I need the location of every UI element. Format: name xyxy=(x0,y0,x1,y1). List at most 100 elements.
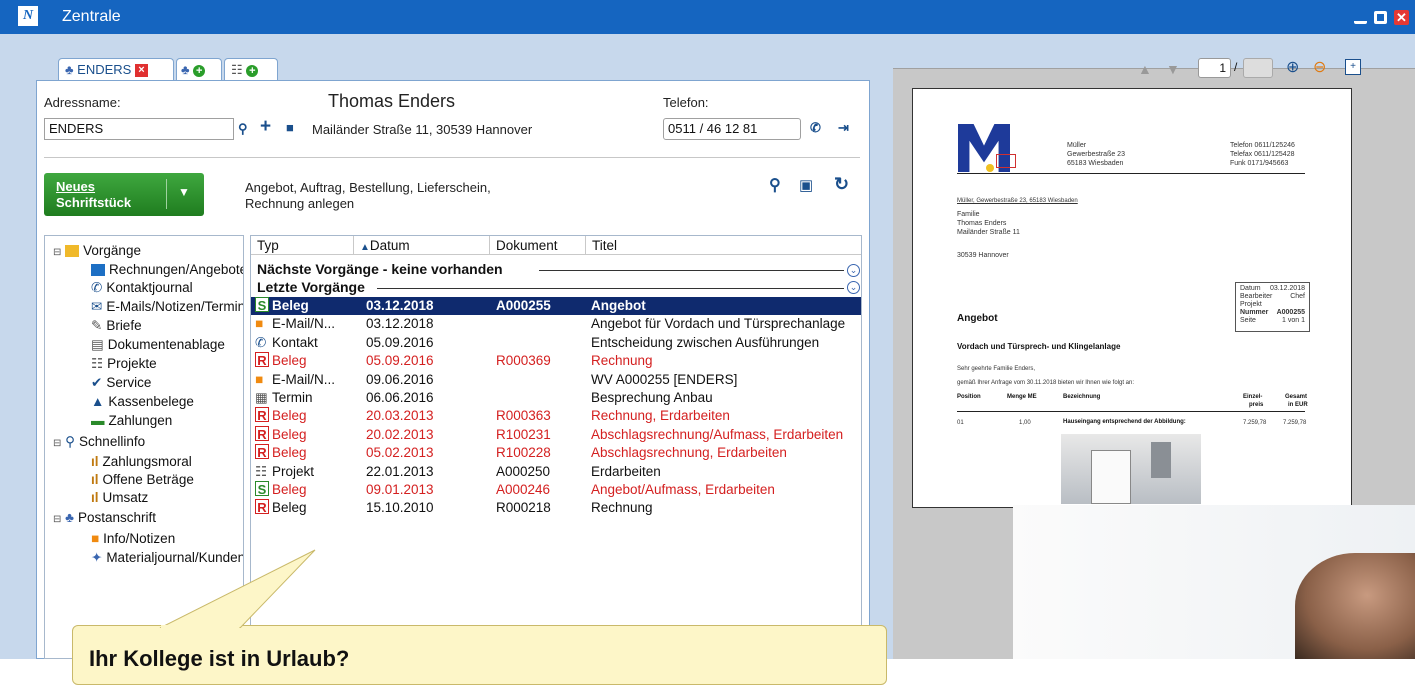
contact-street: Mailänder Straße 11, 30539 Hannover xyxy=(312,122,533,137)
table-row[interactable]: S Beleg 09.01.2013 A000246 Angebot/Aufmass, … xyxy=(251,481,861,499)
door-image xyxy=(1061,434,1201,504)
table-row[interactable]: S Beleg 03.12.2018 A000255 Angebot xyxy=(251,297,861,315)
close-tab-icon[interactable]: × xyxy=(134,64,148,78)
table-row[interactable]: ☷ Projekt 22.01.2013 A000250 Erdarbeiten xyxy=(251,463,861,481)
cell-datum: 09.06.2016 xyxy=(366,371,434,387)
folder-icon[interactable]: ■ xyxy=(286,120,294,135)
company-phone: Telefon 0611/125246 xyxy=(1230,142,1295,149)
archive-icon: ▤ xyxy=(91,337,104,352)
zoom-in-icon[interactable]: ⊕ xyxy=(1286,57,1299,77)
next-page-icon[interactable]: ▼ xyxy=(1166,61,1180,77)
cell-datum: 22.01.2013 xyxy=(366,463,434,479)
maximize-icon[interactable] xyxy=(1374,11,1387,24)
cell-dokument: R000363 xyxy=(496,408,551,424)
minimize-icon[interactable] xyxy=(1354,11,1367,24)
chevron-down-icon[interactable]: ⌄ xyxy=(847,264,860,277)
company-fax: Telefax 0611/125428 xyxy=(1230,151,1295,158)
address-name-input[interactable]: ENDERS xyxy=(44,118,234,140)
search-icon[interactable]: ⚲ xyxy=(238,121,248,137)
tree-node-zahlungsmoral[interactable]: ıl Zahlungsmoral xyxy=(91,454,192,469)
phone-input[interactable]: 0511 / 46 12 81 xyxy=(663,118,801,140)
mail-note-icon: ■ xyxy=(255,316,264,332)
project-icon: ☷ xyxy=(91,356,104,371)
cell-titel: Angebot für Vordach und Türsprechanlage xyxy=(591,316,846,332)
zoom-out-icon[interactable]: ⊖ xyxy=(1313,57,1326,77)
cell-titel: Abschlagsrechnung, Erdarbeiten xyxy=(591,445,787,461)
cell-titel: Angebot/Aufmass, Erdarbeiten xyxy=(591,482,775,497)
main-window: N Zentrale ✕ ♣ ENDERS × ♣ + ☷ + Adressna… xyxy=(0,0,1415,685)
table-row[interactable]: ✆ Kontakt 05.09.2016 Entscheidung zwischen … xyxy=(251,334,861,352)
table-row[interactable]: R Beleg 20.03.2013 R000363 Rechnung, Erdarbe… xyxy=(251,407,861,425)
invoice-badge-icon: R xyxy=(255,425,269,442)
table-row[interactable]: R Beleg 15.10.2010 R000218 Rechnung xyxy=(251,499,861,517)
table-row[interactable]: ▦ Termin 06.06.2016 Besprechung Anbau xyxy=(251,389,861,407)
tree-node-briefe[interactable]: ✎ Briefe xyxy=(91,318,142,334)
person-icon: ♣ xyxy=(65,510,75,525)
new-document-hint-line1: Angebot, Auftrag, Bestellung, Liefersche… xyxy=(245,180,491,195)
app-logo-icon: N xyxy=(18,6,38,26)
tab-new-project[interactable]: ☷ + xyxy=(224,58,278,82)
cell-datum: 20.02.2013 xyxy=(366,426,434,442)
tree-node-info[interactable]: ■ Info/Notizen xyxy=(91,531,175,546)
cell-dokument: A000250 xyxy=(496,463,551,479)
phone-call-icon[interactable]: ✆ xyxy=(810,120,821,136)
document-subject: Vordach und Türsprech- und Klingelanlage xyxy=(957,342,1121,351)
table-row[interactable]: R Beleg 05.02.2013 R100228 Abschlagsrechnung… xyxy=(251,444,861,462)
cell-dokument: R000218 xyxy=(496,500,551,516)
column-header-typ[interactable]: Typ xyxy=(251,236,354,255)
tree-node-emails[interactable]: ✉ E-Mails/Notizen/Termine xyxy=(91,299,243,315)
tree-node-umsatz[interactable]: ıl Umsatz xyxy=(91,490,148,505)
refresh-icon[interactable]: ↻ xyxy=(834,174,849,195)
invoice-badge-icon: R xyxy=(255,352,269,368)
cell-datum: 20.03.2013 xyxy=(366,408,434,424)
add-icon[interactable]: + xyxy=(260,116,271,138)
search-icon[interactable]: ⚲ xyxy=(769,175,781,195)
meta-box: Datum 03.12.2018 Bearbeiter Chef Projekt… xyxy=(1235,282,1310,332)
tab-new-address[interactable]: ♣ + xyxy=(176,58,222,82)
group-next: Nächste Vorgänge - keine vorhanden xyxy=(257,261,503,277)
prev-page-icon[interactable]: ▲ xyxy=(1138,61,1152,77)
add-icon: + xyxy=(246,64,259,77)
recipient-line4: 30539 Hannover xyxy=(957,252,1009,259)
tree-node-vorgaenge[interactable]: ⊟ Vorgänge xyxy=(53,243,141,258)
phone-label: Telefon: xyxy=(663,95,709,110)
column-header-dokument[interactable]: Dokument xyxy=(490,236,586,255)
tree-node-zahlungen[interactable]: ▬ Zahlungen xyxy=(91,413,172,428)
table-row[interactable]: R Beleg 05.09.2016 R000369 Rechnung xyxy=(251,352,861,370)
tooltip-bubble: Ihr Kollege ist in Urlaub? xyxy=(72,625,887,685)
tree-node-offene[interactable]: ıl Offene Beträge xyxy=(91,472,194,487)
tree-node-projekte[interactable]: ☷ Projekte xyxy=(91,356,157,372)
tree-node-schnellinfo[interactable]: ⊟ ⚲ Schnellinfo xyxy=(53,434,145,450)
cell-titel: Rechnung, Erdarbeiten xyxy=(591,408,730,424)
fit-page-icon[interactable]: + xyxy=(1345,59,1361,75)
chevron-down-icon[interactable]: ▼ xyxy=(178,185,190,199)
cell-dokument: R000369 xyxy=(496,353,551,369)
folder-icon xyxy=(65,245,80,258)
new-document-button[interactable]: Neues Schriftstück ▼ xyxy=(44,173,204,216)
cell-datum: 05.09.2016 xyxy=(366,353,434,369)
tree-node-dokumentenablage[interactable]: ▤ Dokumentenablage xyxy=(91,337,225,353)
column-header-titel[interactable]: Titel xyxy=(586,236,861,255)
column-header-datum[interactable]: ▲Datum xyxy=(354,236,490,255)
chevron-down-icon[interactable]: ⌄ xyxy=(847,281,860,294)
table-row[interactable]: ■ E-Mail/N... 03.12.2018 Angebot für Vordac… xyxy=(251,315,861,333)
cell-typ: Beleg xyxy=(272,445,307,461)
tree-node-service[interactable]: ✔ Service xyxy=(91,375,151,391)
recipient-line2: Thomas Enders xyxy=(957,220,1007,227)
table-row[interactable]: R Beleg 20.02.2013 R100231 Abschlagsrechnung… xyxy=(251,425,861,444)
close-icon[interactable]: ✕ xyxy=(1394,10,1409,25)
tree-node-postanschrift[interactable]: ⊟ ♣ Postanschrift xyxy=(53,510,156,525)
tree-node-rechnungen[interactable]: Rechnungen/Angebote xyxy=(91,262,243,277)
page-number-input[interactable]: 1 xyxy=(1198,58,1231,78)
calendar-icon: ▦ xyxy=(255,390,268,405)
tree-node-kassenbelege[interactable]: ▲ Kassenbelege xyxy=(91,394,194,409)
tree-node-kontaktjournal[interactable]: ✆ Kontaktjournal xyxy=(91,280,193,296)
tab-enders[interactable]: ♣ ENDERS × xyxy=(58,58,174,82)
exit-icon[interactable]: ⇥ xyxy=(838,120,849,136)
cell-typ: Beleg xyxy=(272,482,307,497)
letter-icon: ✎ xyxy=(91,318,103,333)
new-document-line1: Neues xyxy=(56,179,96,194)
cell-datum: 05.09.2016 xyxy=(366,334,434,350)
document-search-icon[interactable]: ▣ xyxy=(799,176,813,194)
table-row[interactable]: ■ E-Mail/N... 09.06.2016 WV A000255 [ENDERS… xyxy=(251,371,861,389)
